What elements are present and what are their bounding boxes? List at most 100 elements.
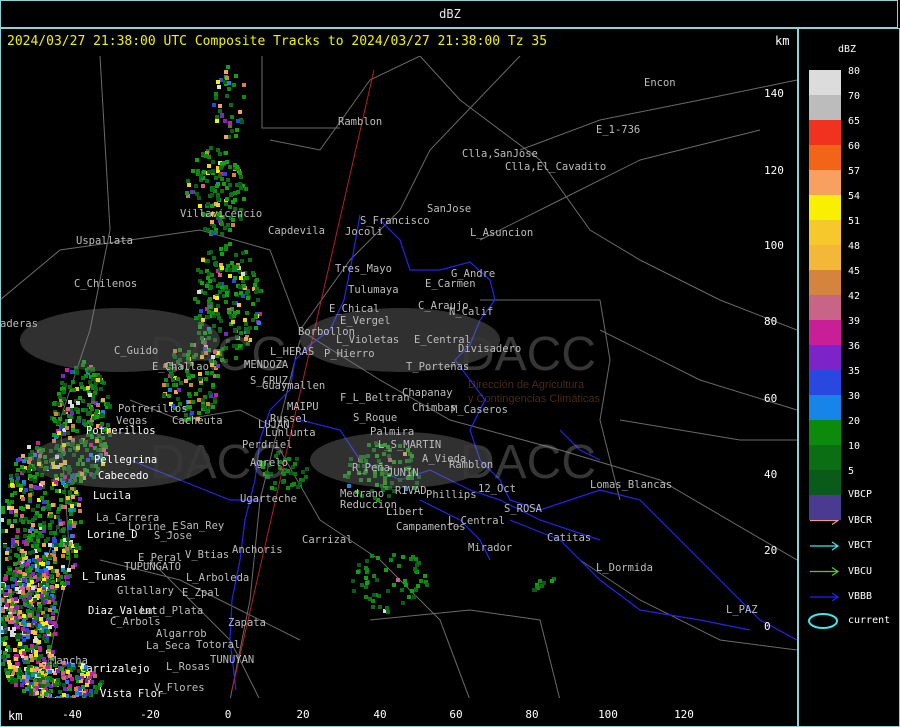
echo-cell: [54, 543, 58, 547]
km-unit-top: km: [775, 34, 790, 48]
echo-cell: [33, 668, 37, 672]
watermark-line1: Dirección de Agricultura: [468, 379, 585, 391]
echo-cell: [224, 300, 228, 304]
echo-cell: [40, 594, 44, 598]
echo-cell: [230, 261, 234, 265]
echo-cell: [22, 578, 26, 582]
echo-cell: [218, 290, 222, 294]
echo-cell: [392, 583, 396, 587]
echo-cell: [62, 683, 66, 687]
echo-cell: [91, 397, 95, 401]
echo-cell: [78, 509, 82, 513]
place-label: Lorine_E: [128, 521, 179, 533]
radar-map[interactable]: DACC DACC DACC DACC Dirección de Agricul…: [0, 0, 900, 727]
echo-cell: [20, 465, 24, 469]
echo-cell: [56, 696, 60, 698]
y-tick-label: 140: [764, 87, 784, 100]
echo-cell: [211, 169, 215, 173]
echo-cell: [211, 383, 215, 387]
echo-cell: [365, 581, 369, 585]
echo-cell: [6, 571, 10, 575]
echo-cell: [66, 431, 70, 435]
echo-cell: [27, 583, 31, 587]
place-label: Cabecedo: [98, 470, 149, 482]
echo-cell: [36, 441, 40, 445]
echo-cell: [254, 290, 258, 294]
echo-cell: [10, 483, 14, 487]
place-label: Pellegrina: [94, 454, 157, 466]
echo-cell: [20, 586, 24, 590]
place-label: Carrizal: [302, 534, 353, 546]
place-label: MAIPU: [287, 401, 319, 413]
echo-cell: [228, 274, 232, 278]
echo-cell: [81, 685, 85, 689]
echo-cell: [62, 693, 66, 697]
echo-cell: [23, 528, 27, 532]
echo-cell: [14, 509, 18, 513]
echo-cell: [230, 115, 234, 119]
echo-cell: [36, 535, 40, 539]
echo-cell: [401, 555, 405, 559]
echo-cell: [357, 563, 361, 567]
echo-cell: [70, 370, 74, 374]
echo-cell: [68, 687, 72, 691]
echo-cell: [236, 190, 240, 194]
echo-cell: [0, 634, 1, 638]
legend-swatch: [809, 345, 841, 370]
legend-swatch: [809, 245, 841, 270]
echo-cell: [425, 583, 429, 587]
echo-cell: [205, 410, 209, 414]
echo-cell: [38, 486, 42, 490]
echo-cell: [242, 95, 246, 99]
echo-cell: [218, 282, 222, 286]
legend-value: 20: [848, 416, 861, 427]
place-label: V_Flores: [154, 682, 205, 694]
echo-cell: [419, 579, 423, 583]
echo-cell: [39, 617, 43, 621]
echo-cell: [200, 281, 204, 285]
echo-cell: [39, 569, 43, 573]
echo-cell: [27, 520, 31, 524]
echo-cell: [413, 567, 417, 571]
echo-cell: [232, 301, 236, 305]
echo-cell: [244, 187, 248, 191]
place-label: F_L_Beltran: [340, 392, 410, 404]
echo-cell: [22, 614, 26, 618]
echo-cell: [25, 569, 29, 573]
echo-cell: [370, 554, 374, 558]
echo-cell: [10, 680, 14, 684]
echo-cell: [216, 148, 220, 152]
echo-cell: [220, 189, 224, 193]
echo-cell: [42, 680, 46, 684]
place-label: Mirador: [468, 542, 512, 554]
legend-value: 80: [848, 66, 861, 77]
echo-cell: [84, 374, 88, 378]
echo-cell: [63, 383, 67, 387]
echo-cell: [48, 523, 52, 527]
echo-cell: [48, 620, 52, 624]
echo-cell: [196, 268, 200, 272]
echo-cell: [71, 424, 75, 428]
echo-cell: [48, 555, 52, 559]
echo-cell: [6, 645, 10, 649]
echo-cell: [46, 537, 50, 541]
echo-cell: [256, 298, 260, 302]
echo-cell: [86, 386, 90, 390]
echo-cell: [231, 223, 235, 227]
current-label: current: [848, 615, 891, 626]
legend-swatch: [809, 420, 841, 445]
echo-cell: [4, 592, 8, 596]
echo-cell: [56, 678, 60, 682]
echo-cell: [1, 583, 5, 587]
place-label: Zapata: [228, 617, 266, 629]
echo-cell: [37, 634, 41, 638]
echo-cell: [241, 251, 245, 255]
echo-cell: [207, 170, 211, 174]
echo-cell: [22, 619, 26, 623]
echo-cell: [203, 406, 207, 410]
echo-cell: [25, 679, 29, 683]
echo-cell: [239, 276, 243, 280]
x-tick-label: 20: [296, 708, 309, 721]
echo-cell: [198, 388, 202, 392]
echo-cell: [208, 391, 212, 395]
